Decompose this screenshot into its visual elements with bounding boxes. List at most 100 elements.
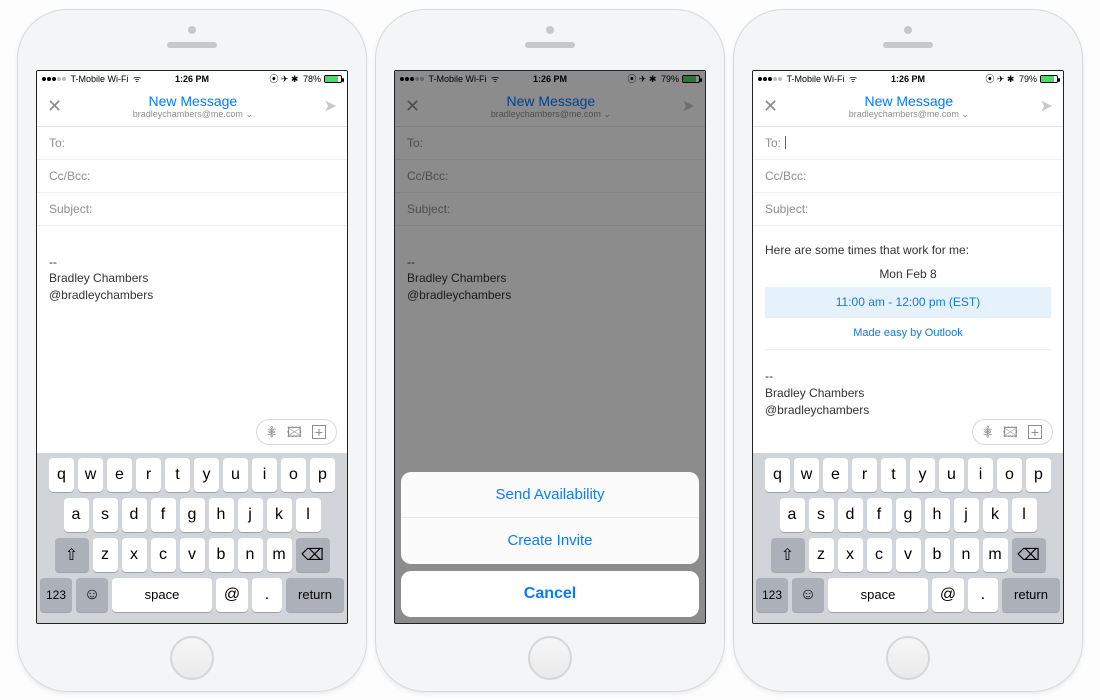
key-q[interactable]: q bbox=[49, 458, 74, 492]
calendar-add-icon[interactable]: + bbox=[1028, 425, 1042, 439]
calendar-add-icon[interactable]: + bbox=[312, 425, 326, 439]
key-z[interactable]: z bbox=[809, 538, 834, 572]
send-icon[interactable]: ➤ bbox=[324, 96, 337, 116]
key-r[interactable]: r bbox=[852, 458, 877, 492]
to-field[interactable]: To: bbox=[753, 127, 1063, 160]
key-space[interactable]: space bbox=[828, 578, 928, 612]
key-g[interactable]: g bbox=[896, 498, 921, 532]
key-@[interactable]: @ bbox=[216, 578, 248, 612]
key-return[interactable]: return bbox=[286, 578, 344, 612]
key-v[interactable]: v bbox=[180, 538, 205, 572]
key-i[interactable]: i bbox=[252, 458, 277, 492]
home-button[interactable] bbox=[170, 636, 214, 680]
key-o[interactable]: o bbox=[997, 458, 1022, 492]
ccbcc-field[interactable]: Cc/Bcc: bbox=[37, 160, 347, 193]
key-j[interactable]: j bbox=[954, 498, 979, 532]
key-123[interactable]: 123 bbox=[40, 578, 72, 612]
create-invite-option[interactable]: Create Invite bbox=[401, 518, 699, 564]
key-u[interactable]: u bbox=[939, 458, 964, 492]
key-b[interactable]: b bbox=[925, 538, 950, 572]
key-s[interactable]: s bbox=[93, 498, 118, 532]
battery-icon bbox=[1040, 75, 1058, 83]
close-icon[interactable]: ✕ bbox=[763, 96, 778, 117]
key-i[interactable]: i bbox=[968, 458, 993, 492]
key-h[interactable]: h bbox=[209, 498, 234, 532]
key-d[interactable]: d bbox=[838, 498, 863, 532]
send-icon[interactable]: ➤ bbox=[1040, 96, 1053, 116]
message-body[interactable]: -- Bradley Chambers @bradleychambers 𖢲 🖾… bbox=[37, 226, 347, 453]
key-k[interactable]: k bbox=[267, 498, 292, 532]
key-return[interactable]: return bbox=[1002, 578, 1060, 612]
key-q[interactable]: q bbox=[765, 458, 790, 492]
paperclip-icon[interactable]: 𖢲 bbox=[983, 425, 993, 439]
subject-field[interactable]: Subject: bbox=[753, 193, 1063, 226]
key-j[interactable]: j bbox=[238, 498, 263, 532]
key-t[interactable]: t bbox=[881, 458, 906, 492]
key-a[interactable]: a bbox=[780, 498, 805, 532]
home-button[interactable] bbox=[528, 636, 572, 680]
key-a[interactable]: a bbox=[64, 498, 89, 532]
paperclip-icon[interactable]: 𖢲 bbox=[267, 425, 277, 439]
key-☺[interactable]: ☺ bbox=[76, 578, 108, 612]
key-c[interactable]: c bbox=[867, 538, 892, 572]
key-123[interactable]: 123 bbox=[756, 578, 788, 612]
key-n[interactable]: n bbox=[954, 538, 979, 572]
key-e[interactable]: e bbox=[107, 458, 132, 492]
key-w[interactable]: w bbox=[78, 458, 103, 492]
key-@[interactable]: @ bbox=[932, 578, 964, 612]
key-k[interactable]: k bbox=[983, 498, 1008, 532]
key-e[interactable]: e bbox=[823, 458, 848, 492]
key-w[interactable]: w bbox=[794, 458, 819, 492]
subject-field[interactable]: Subject: bbox=[37, 193, 347, 226]
key-.[interactable]: . bbox=[968, 578, 998, 612]
key-u[interactable]: u bbox=[223, 458, 248, 492]
home-button[interactable] bbox=[886, 636, 930, 680]
to-field[interactable]: To: bbox=[37, 127, 347, 160]
key-m[interactable]: m bbox=[983, 538, 1008, 572]
key-f[interactable]: f bbox=[151, 498, 176, 532]
message-body[interactable]: Here are some times that work for me: Mo… bbox=[753, 226, 1063, 453]
key-h[interactable]: h bbox=[925, 498, 950, 532]
key-l[interactable]: l bbox=[1012, 498, 1037, 532]
availability-slot[interactable]: 11:00 am - 12:00 pm (EST) bbox=[765, 287, 1051, 318]
key-.[interactable]: . bbox=[252, 578, 282, 612]
key-p[interactable]: p bbox=[310, 458, 335, 492]
status-bar: T-Mobile Wi-Fi ᯤ 1:26 PM ⦿ ✈︎ ✱ 78% bbox=[37, 71, 347, 87]
ccbcc-field[interactable]: Cc/Bcc: bbox=[753, 160, 1063, 193]
key-l[interactable]: l bbox=[296, 498, 321, 532]
key-space[interactable]: space bbox=[112, 578, 212, 612]
key-⇧[interactable]: ⇧ bbox=[55, 538, 89, 572]
key-x[interactable]: x bbox=[122, 538, 147, 572]
from-account[interactable]: bradleychambers@me.com bbox=[62, 109, 324, 120]
key-m[interactable]: m bbox=[267, 538, 292, 572]
carrier-label: T-Mobile Wi-Fi bbox=[71, 74, 129, 84]
photo-icon[interactable]: 🖾 bbox=[1003, 425, 1018, 439]
status-bar: T-Mobile Wi-Fi ᯤ 1:26 PM ⦿ ✈︎ ✱ 79% bbox=[753, 71, 1063, 87]
photo-icon[interactable]: 🖾 bbox=[287, 425, 302, 439]
key-z[interactable]: z bbox=[93, 538, 118, 572]
key-y[interactable]: y bbox=[194, 458, 219, 492]
key-x[interactable]: x bbox=[838, 538, 863, 572]
outlook-credit[interactable]: Made easy by Outlook bbox=[765, 326, 1051, 350]
key-☺[interactable]: ☺ bbox=[792, 578, 824, 612]
key-p[interactable]: p bbox=[1026, 458, 1051, 492]
key-f[interactable]: f bbox=[867, 498, 892, 532]
key-r[interactable]: r bbox=[136, 458, 161, 492]
key-⌫[interactable]: ⌫ bbox=[296, 538, 330, 572]
signature: -- Bradley Chambers @bradleychambers bbox=[49, 254, 335, 304]
key-d[interactable]: d bbox=[122, 498, 147, 532]
key-s[interactable]: s bbox=[809, 498, 834, 532]
key-⇧[interactable]: ⇧ bbox=[771, 538, 805, 572]
key-n[interactable]: n bbox=[238, 538, 263, 572]
key-y[interactable]: y bbox=[910, 458, 935, 492]
key-t[interactable]: t bbox=[165, 458, 190, 492]
key-c[interactable]: c bbox=[151, 538, 176, 572]
key-o[interactable]: o bbox=[281, 458, 306, 492]
close-icon[interactable]: ✕ bbox=[47, 96, 62, 117]
key-⌫[interactable]: ⌫ bbox=[1012, 538, 1046, 572]
send-availability-option[interactable]: Send Availability bbox=[401, 472, 699, 518]
key-v[interactable]: v bbox=[896, 538, 921, 572]
key-g[interactable]: g bbox=[180, 498, 205, 532]
key-b[interactable]: b bbox=[209, 538, 234, 572]
cancel-button[interactable]: Cancel bbox=[401, 571, 699, 617]
